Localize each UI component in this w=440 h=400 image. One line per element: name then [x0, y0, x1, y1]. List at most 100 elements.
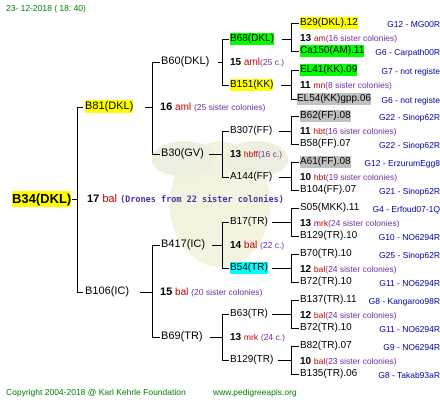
g4-drone-19: 12 bal(24 sister colonies) — [300, 309, 397, 322]
connector — [212, 245, 222, 246]
pedigree-page: 23- 12-2018 ( 18: 40) B34(DKL) 17 bal (D… — [0, 0, 440, 400]
connector — [77, 107, 78, 292]
g2-b30-id: B30(GV) — [161, 147, 204, 159]
g3-id: B54(TR) — [230, 262, 268, 273]
g4-queen-0[interactable]: B29(DKL).12 — [300, 17, 358, 29]
g4-pedi-12: G4 - Erfoud07-1Q — [372, 204, 440, 214]
connector — [291, 300, 299, 301]
g4-queen-6[interactable]: B62(FF).08 — [300, 110, 351, 122]
g4-num: 13 — [300, 218, 312, 229]
g2-b69-id: B69(TR) — [161, 330, 203, 342]
connector — [279, 177, 291, 178]
g4-abbr: mrk — [313, 218, 329, 228]
g2-b69-queen[interactable]: B69(TR) — [161, 330, 203, 343]
g4-abbr: hbt — [313, 172, 326, 182]
connector — [77, 292, 83, 293]
g4-queen-5[interactable]: EL54(KK)gpp.06 — [297, 93, 371, 105]
g4-queen-14[interactable]: B129(TR).10 — [300, 230, 357, 242]
root-drone-info: 17 bal (Drones from 22 sister colonies) — [87, 193, 284, 207]
g3-id: B63(TR) — [230, 308, 268, 319]
g4-abbr: am — [313, 33, 326, 43]
connector — [218, 62, 222, 63]
g4-queen-11[interactable]: B104(FF).07 — [300, 184, 356, 196]
g4-abbr: mn — [313, 80, 326, 90]
connector — [222, 131, 229, 132]
g3-queen-7[interactable]: B129(TR) — [230, 354, 273, 366]
connector — [291, 282, 299, 283]
g4-queen-20[interactable]: B72(TR).10 — [300, 322, 352, 334]
connector — [222, 222, 229, 223]
connector — [291, 23, 299, 24]
g2-b60-id: B60(DKL) — [161, 55, 210, 67]
g2-b30-note: (16 c.) — [257, 149, 283, 159]
g2-b30-queen[interactable]: B30(GV) — [161, 147, 204, 160]
connector — [140, 292, 152, 293]
g1-lower-queen[interactable]: B106(IC) — [85, 285, 129, 298]
g4-abbr: hbt — [313, 126, 326, 136]
connector — [222, 131, 223, 177]
g4-id: B62(FF).08 — [300, 110, 351, 121]
g2-b69-abbr: mrk — [243, 332, 259, 342]
g2-b417-queen[interactable]: B417(IC) — [161, 238, 205, 251]
g3-queen-6[interactable]: B63(TR) — [230, 308, 268, 320]
g4-queen-21[interactable]: B82(TR).07 — [300, 340, 352, 352]
g4-id: EL41(KK).09 — [300, 64, 358, 75]
connector — [291, 374, 299, 375]
g3-queen-4[interactable]: B17(TR) — [230, 216, 268, 228]
g2-b60-note: (25 c.) — [260, 57, 285, 67]
g4-id: S05(MKK).11 — [300, 202, 360, 213]
g3-queen-2[interactable]: B307(FF) — [230, 125, 272, 137]
g2-b69-num: 13 — [230, 332, 242, 343]
g4-id: B29(DKL).12 — [300, 17, 358, 28]
connector — [291, 190, 299, 191]
g4-id: B72(TR).10 — [300, 276, 352, 287]
g3-queen-0[interactable]: B68(DKL) — [230, 33, 274, 45]
g3-queen-3[interactable]: A144(FF) — [230, 171, 272, 183]
g4-abbr: bal — [313, 264, 326, 274]
connector — [152, 62, 153, 154]
g4-queen-18[interactable]: B137(TR).11 — [300, 294, 357, 306]
g1-upper-queen[interactable]: B81(DKL) — [85, 100, 134, 113]
g4-drone-16: 12 bal(24 sister colonies) — [300, 263, 397, 276]
connector — [291, 346, 292, 374]
g3-queen-1[interactable]: B151(KK) — [230, 79, 274, 91]
g4-id: B135(TR).06 — [300, 368, 358, 379]
g4-drone-1: 13 am(16 sister colonies) — [300, 32, 397, 45]
g4-queen-12[interactable]: S05(MKK).11 — [300, 202, 359, 214]
g1-upper-num: 16 — [160, 101, 173, 113]
g4-pedi-0: G12 - MG00R — [387, 19, 440, 29]
g1-upper-abbr: aml — [175, 102, 192, 113]
g2-b417-id: B417(IC) — [161, 238, 206, 250]
g4-note: (16 sister colonies) — [325, 126, 397, 136]
g4-num: 10 — [300, 356, 312, 367]
g3-id: B151(KK) — [230, 79, 274, 90]
g4-queen-9[interactable]: A61(FF).08 — [300, 156, 351, 168]
g2-b60-queen[interactable]: B60(DKL) — [161, 55, 209, 68]
g4-abbr: bal — [313, 356, 326, 366]
g4-drone-7: 11 hbt(16 sister colonies) — [300, 125, 397, 138]
root-queen[interactable]: B34(DKL) — [12, 191, 72, 207]
g2-b69-drone: 13 mrk (24 c.) — [230, 331, 285, 344]
g2-b60-drone: 15 aml(25 c.) — [230, 56, 284, 69]
g4-queen-3[interactable]: EL41(KK).09 — [300, 64, 358, 76]
g4-drone-13: 13 mrk(24 sister colonies) — [300, 217, 399, 230]
footer-site-link[interactable]: www.pedigreeapis.org — [213, 387, 297, 397]
g4-queen-23[interactable]: B135(TR).06 — [300, 368, 357, 380]
g4-queen-2[interactable]: Ca150(AM).11 — [300, 45, 365, 57]
connector — [222, 314, 229, 315]
connector — [222, 222, 223, 268]
g3-queen-5[interactable]: B54(TR) — [230, 262, 268, 274]
connector — [291, 70, 299, 71]
connector — [272, 222, 291, 223]
connector — [222, 177, 229, 178]
g4-num: 12 — [300, 310, 312, 321]
g4-queen-8[interactable]: B58(FF).07 — [300, 138, 351, 150]
g4-queen-17[interactable]: B72(TR).10 — [300, 276, 352, 288]
g4-note: (23 sister colonies) — [325, 356, 397, 366]
connector — [291, 116, 292, 144]
g1-upper-id: B81(DKL) — [85, 100, 134, 112]
g2-b60-num: 15 — [230, 57, 242, 68]
g4-pedi-17: G11 - NO6294R — [379, 278, 440, 288]
g4-queen-15[interactable]: B70(TR).10 — [300, 248, 352, 260]
g2-b69-note: (24 c.) — [260, 332, 285, 342]
